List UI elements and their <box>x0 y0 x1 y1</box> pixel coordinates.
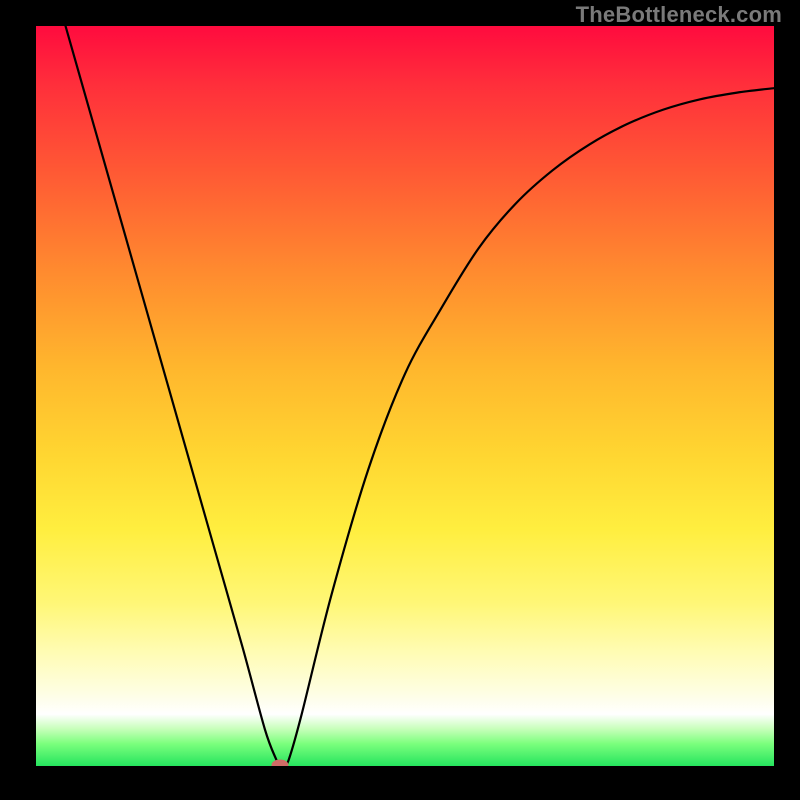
watermark-label: TheBottleneck.com <box>576 2 782 28</box>
chart-frame: TheBottleneck.com <box>0 0 800 800</box>
bottleneck-curve <box>36 26 774 766</box>
plot-area <box>36 26 774 766</box>
minimum-marker <box>271 759 288 766</box>
